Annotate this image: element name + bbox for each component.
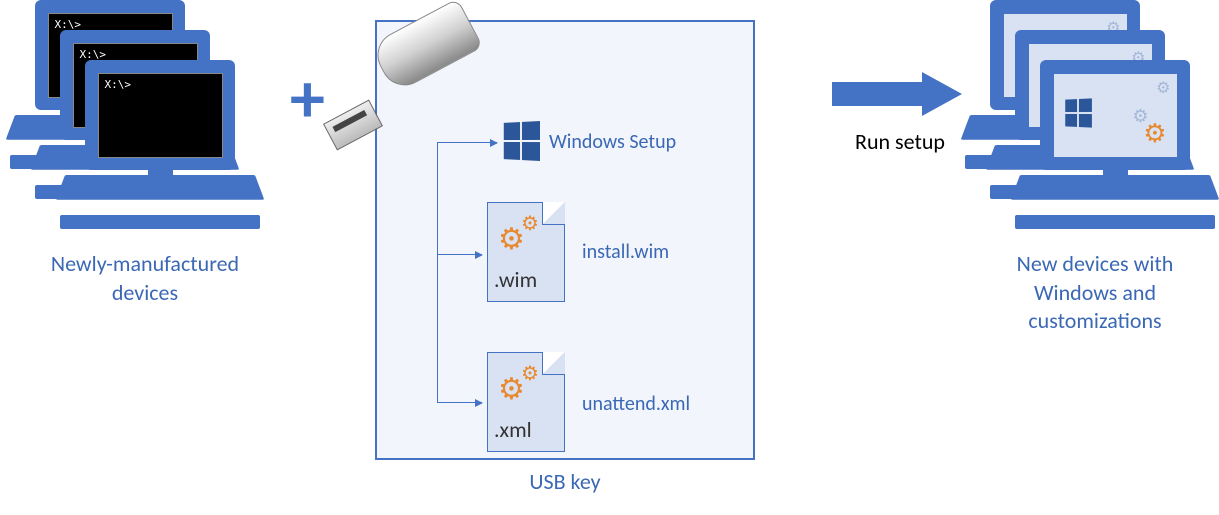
unattend-xml-label: unattend.xml bbox=[582, 392, 690, 416]
usb-container: Windows Setup ⚙ ⚙ .wim install.wim ⚙ ⚙ .… bbox=[375, 20, 755, 460]
result-laptops: ⚙ ⚙ ⚙ ⚙ ⚙ ⚙ ⚙ ⚙ ⚙ bbox=[965, 0, 1215, 250]
file-extension: .wim bbox=[494, 266, 537, 293]
tree-arrow-icon bbox=[437, 402, 482, 403]
laptop-configured: ⚙ ⚙ ⚙ bbox=[1015, 60, 1215, 235]
tree-arrow-icon bbox=[437, 142, 497, 143]
configured-screen: ⚙ ⚙ ⚙ bbox=[1053, 73, 1178, 158]
gear-icon: ⚙ bbox=[1156, 78, 1170, 98]
source-laptops: X:\> X:\> X:\> bbox=[10, 0, 270, 250]
file-extension: .xml bbox=[494, 416, 532, 443]
right-caption: New devices with Windows and customizati… bbox=[975, 250, 1215, 336]
gear-icon: ⚙ bbox=[1143, 117, 1166, 149]
tree-connector bbox=[437, 142, 438, 402]
run-setup-label: Run setup bbox=[840, 128, 960, 156]
install-wim-label: install.wim bbox=[582, 240, 669, 264]
windows-logo-icon bbox=[504, 121, 540, 161]
usb-caption: USB key bbox=[375, 468, 755, 495]
windows-logo-icon bbox=[1065, 98, 1092, 127]
gear-icon: ⚙ bbox=[498, 221, 525, 258]
windows-setup-label: Windows Setup bbox=[549, 130, 676, 154]
arrow-icon bbox=[832, 72, 962, 116]
tree-arrow-icon bbox=[437, 254, 482, 255]
xml-file-icon: ⚙ ⚙ .xml bbox=[487, 352, 565, 452]
usb-drive-icon bbox=[337, 42, 507, 162]
plus-icon: + bbox=[290, 55, 325, 141]
gear-icon: ⚙ bbox=[498, 371, 525, 408]
terminal-screen: X:\> bbox=[98, 73, 223, 158]
wim-file-icon: ⚙ ⚙ .wim bbox=[487, 202, 565, 302]
laptop-blank: X:\> bbox=[60, 60, 260, 235]
left-caption: Newly-manufactured devices bbox=[20, 250, 270, 307]
